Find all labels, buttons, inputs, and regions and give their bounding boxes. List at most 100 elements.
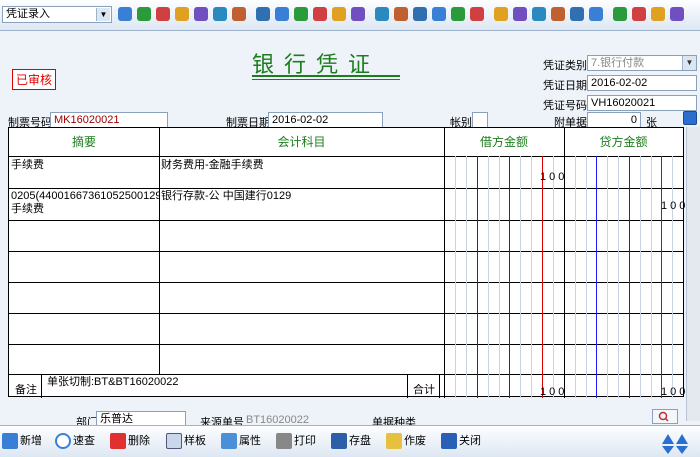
digit-column-line bbox=[639, 156, 641, 398]
save-icon[interactable] bbox=[137, 7, 151, 21]
row1-debit-amount[interactable]: 100 bbox=[540, 171, 567, 183]
remark-value[interactable]: 单张切制:BT&BT16020022 bbox=[47, 376, 407, 389]
property-icon bbox=[221, 433, 237, 450]
cart-icon[interactable] bbox=[394, 7, 408, 21]
exit-icon[interactable] bbox=[670, 7, 684, 21]
apps-icon[interactable] bbox=[275, 7, 289, 21]
col-credit-header: 贷方金额 bbox=[599, 135, 648, 149]
account-field[interactable] bbox=[472, 112, 488, 128]
chart-icon[interactable] bbox=[570, 7, 584, 21]
template-button[interactable]: 样板 bbox=[166, 431, 206, 451]
property-button[interactable]: 属性 bbox=[221, 431, 261, 451]
form-icon[interactable] bbox=[451, 7, 465, 21]
add-button[interactable]: 新增 bbox=[2, 431, 42, 451]
export-icon[interactable] bbox=[294, 7, 308, 21]
row1-account[interactable]: 财务费用-金融手续费 bbox=[161, 159, 441, 172]
query-button[interactable]: 速查 bbox=[55, 431, 95, 451]
maker-date-field[interactable]: 2016-02-02 bbox=[268, 112, 383, 128]
remark-label: 备注 bbox=[15, 384, 37, 396]
new-icon[interactable] bbox=[118, 7, 132, 21]
digit-column-line bbox=[531, 156, 533, 398]
key-icon[interactable] bbox=[332, 7, 346, 21]
voucher-type-label: 凭证类别 bbox=[543, 60, 587, 72]
chevron-down-icon[interactable]: ▼ bbox=[96, 8, 110, 21]
total-credit: 100 bbox=[661, 386, 689, 398]
add-icon bbox=[2, 433, 18, 450]
disk-icon bbox=[331, 433, 347, 450]
voucher-number-field[interactable]: VH16020021 bbox=[587, 95, 697, 111]
digit-column-line bbox=[553, 156, 555, 398]
grid-row-line bbox=[9, 220, 683, 221]
refresh-icon[interactable] bbox=[156, 7, 170, 21]
copy-icon[interactable] bbox=[432, 7, 446, 21]
row2-credit-amount[interactable]: 100 bbox=[661, 200, 688, 212]
close-icon[interactable] bbox=[632, 7, 646, 21]
col-summary-header: 摘要 bbox=[71, 135, 96, 149]
arrow-down-icon[interactable] bbox=[662, 446, 674, 454]
tree-icon[interactable] bbox=[551, 7, 565, 21]
arrow-up-double-icon[interactable] bbox=[676, 434, 688, 444]
void-icon bbox=[386, 433, 402, 450]
grid-row-line bbox=[9, 374, 683, 375]
arrow-icon[interactable] bbox=[313, 7, 327, 21]
digit-column-line bbox=[487, 156, 489, 398]
help-icon[interactable] bbox=[351, 7, 365, 21]
grid-col-line bbox=[41, 374, 42, 398]
attachments-field[interactable]: 0 bbox=[587, 112, 641, 128]
total-label: 合计 bbox=[413, 384, 435, 396]
arrow-down-double-icon[interactable] bbox=[676, 446, 688, 454]
user-icon[interactable] bbox=[532, 7, 546, 21]
gear-icon[interactable] bbox=[194, 7, 208, 21]
digit-column-line bbox=[596, 156, 598, 398]
row2-summary[interactable]: 0205(44001667361052500129),手续费 bbox=[11, 190, 159, 216]
voucher-date-field[interactable]: 2016-02-02 bbox=[587, 75, 697, 91]
voucher-type-select[interactable]: 7.银行付款 ▼ bbox=[587, 55, 697, 71]
digit-column-line bbox=[520, 156, 522, 398]
info-icon[interactable] bbox=[375, 7, 389, 21]
bottom-toolbar: 新增 速查 删除 样板 属性 打印 存盘 作废 关闭 bbox=[0, 425, 700, 457]
void-button[interactable]: 作废 bbox=[386, 431, 426, 451]
vertical-scrollbar[interactable] bbox=[686, 127, 700, 421]
digit-column-line bbox=[542, 156, 544, 398]
digit-column-line bbox=[607, 156, 609, 398]
calendar-icon[interactable] bbox=[683, 111, 697, 125]
check-icon[interactable] bbox=[513, 7, 527, 21]
printer-icon bbox=[276, 433, 292, 450]
digit-column-line bbox=[476, 156, 478, 398]
top-toolbar: 凭证录入 ▼ bbox=[0, 0, 700, 31]
status-stamp: 已审核 bbox=[12, 69, 57, 90]
window-icon[interactable] bbox=[613, 7, 627, 21]
digit-column-line bbox=[585, 156, 587, 398]
mode-select-value: 凭证录入 bbox=[6, 8, 50, 20]
settings-icon[interactable] bbox=[256, 7, 270, 21]
find-icon[interactable] bbox=[232, 7, 246, 21]
close-button[interactable]: 关闭 bbox=[441, 431, 481, 451]
print-button[interactable]: 打印 bbox=[276, 431, 316, 451]
voucher-type-value: 7.银行付款 bbox=[591, 57, 645, 69]
digit-column-line bbox=[618, 156, 620, 398]
maker-no-field[interactable]: MK16020021 bbox=[50, 112, 168, 128]
search-icon[interactable] bbox=[652, 409, 678, 424]
restore-icon[interactable] bbox=[651, 7, 665, 21]
digit-column-line bbox=[454, 156, 456, 398]
doc-icon[interactable] bbox=[470, 7, 484, 21]
arrow-up-icon[interactable] bbox=[662, 434, 674, 444]
money-icon[interactable] bbox=[413, 7, 427, 21]
refresh2-icon[interactable] bbox=[589, 7, 603, 21]
row1-summary[interactable]: 手续费 bbox=[11, 159, 157, 172]
print-icon[interactable] bbox=[213, 7, 227, 21]
voucher-grid: 摘要 会计科目 借方金额 贷方金额 手续费 财务费用-金融手续费 100 020… bbox=[8, 127, 685, 398]
digit-column-line bbox=[498, 156, 500, 398]
save-button[interactable]: 存盘 bbox=[331, 431, 371, 451]
delete-button[interactable]: 删除 bbox=[110, 431, 150, 451]
total-debit: 100 bbox=[540, 386, 568, 398]
docs-icon[interactable] bbox=[494, 7, 508, 21]
digit-column-line bbox=[509, 156, 511, 398]
mode-select[interactable]: 凭证录入 ▼ bbox=[2, 6, 112, 23]
grid-icon[interactable] bbox=[175, 7, 189, 21]
row2-account[interactable]: 银行存款-公 中国建行0129 bbox=[161, 190, 441, 203]
chevron-down-icon[interactable]: ▼ bbox=[682, 56, 696, 70]
grid-row-line bbox=[9, 344, 683, 345]
voucher-form: 已审核 银行凭证 凭证类别 7.银行付款 ▼ 凭证日期 2016-02-02 凭… bbox=[0, 31, 700, 429]
title-underline-thin bbox=[252, 79, 400, 80]
